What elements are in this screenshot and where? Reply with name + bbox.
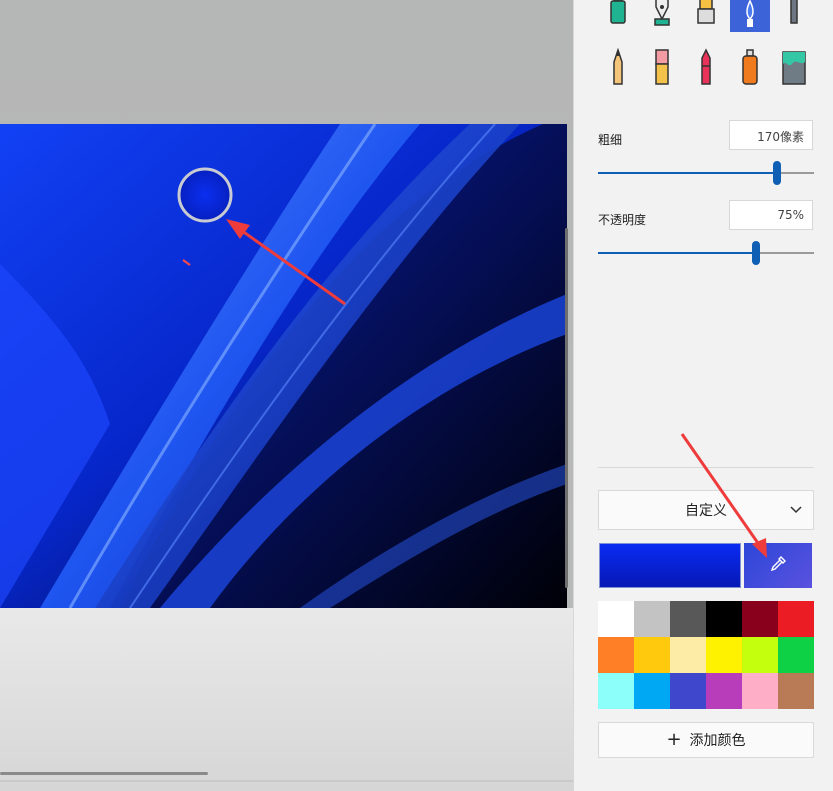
thickness-slider-thumb[interactable] xyxy=(773,161,781,185)
color-swatch[interactable] xyxy=(598,601,634,637)
oil-brush-icon[interactable] xyxy=(686,0,726,32)
thickness-slider-fill xyxy=(598,172,776,174)
color-swatch-grid xyxy=(598,601,814,709)
color-swatch[interactable] xyxy=(670,673,706,709)
chevron-down-icon xyxy=(789,503,803,521)
canvas-floor xyxy=(0,608,573,791)
color-swatch[interactable] xyxy=(634,673,670,709)
color-swatch[interactable] xyxy=(778,673,814,709)
color-swatch[interactable] xyxy=(742,601,778,637)
color-swatch[interactable] xyxy=(670,601,706,637)
color-swatch[interactable] xyxy=(598,637,634,673)
annotation-arrow xyxy=(680,433,767,558)
pencil-gray-icon[interactable] xyxy=(774,0,814,32)
thickness-label: 粗细 xyxy=(598,133,623,147)
color-swatch[interactable] xyxy=(742,637,778,673)
opacity-input[interactable]: 75% xyxy=(729,200,813,230)
opacity-slider-thumb[interactable] xyxy=(752,241,760,265)
thickness-slider-rest xyxy=(776,172,814,174)
calligraphy-pen-icon[interactable] xyxy=(642,0,682,32)
color-swatch[interactable] xyxy=(634,637,670,673)
color-swatch[interactable] xyxy=(778,601,814,637)
paint-3d-window: 粗细 170像素 不透明度 75% 自定义 + 添加颜色 xyxy=(0,0,833,791)
pencil-icon[interactable] xyxy=(598,48,638,86)
color-swatch[interactable] xyxy=(598,673,634,709)
plus-icon: + xyxy=(666,729,682,750)
color-swatch[interactable] xyxy=(670,637,706,673)
add-color-label: 添加颜色 xyxy=(689,733,746,749)
marker-icon[interactable] xyxy=(598,0,638,32)
opacity-label: 不透明度 xyxy=(598,213,647,227)
spray-can-icon[interactable] xyxy=(730,48,770,86)
color-swatch[interactable] xyxy=(742,673,778,709)
color-swatch[interactable] xyxy=(634,601,670,637)
thickness-input[interactable]: 170像素 xyxy=(729,120,813,150)
opacity-slider-rest xyxy=(756,252,814,254)
vertical-scrollbar[interactable] xyxy=(565,228,568,588)
color-swatch[interactable] xyxy=(778,637,814,673)
watercolor-brush-icon[interactable] xyxy=(730,0,770,32)
eraser-icon[interactable] xyxy=(642,48,682,86)
brush-panel: 粗细 170像素 不透明度 75% 自定义 + 添加颜色 xyxy=(573,0,833,791)
color-swatch[interactable] xyxy=(706,637,742,673)
status-divider xyxy=(0,780,573,782)
crayon-icon[interactable] xyxy=(686,48,726,86)
opacity-slider-fill xyxy=(598,252,756,254)
color-swatch[interactable] xyxy=(706,601,742,637)
horizontal-scrollbar[interactable] xyxy=(0,772,208,775)
color-swatch[interactable] xyxy=(706,673,742,709)
add-color-button[interactable]: + 添加颜色 xyxy=(598,722,814,758)
canvas-image[interactable] xyxy=(0,124,567,608)
fill-bucket-icon[interactable] xyxy=(774,48,814,86)
